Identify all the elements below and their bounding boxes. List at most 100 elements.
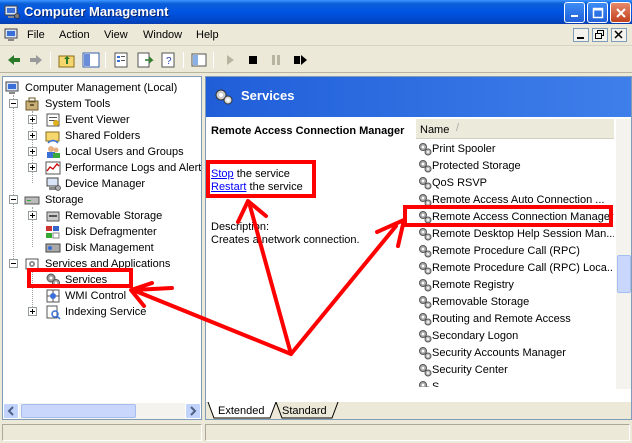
computer-management-icon xyxy=(4,5,20,19)
console-icon[interactable] xyxy=(190,51,208,69)
minimize-icon xyxy=(571,15,578,17)
service-name: Remote Registry xyxy=(432,279,514,291)
minimize-button[interactable] xyxy=(564,2,585,23)
event-viewer-icon xyxy=(46,113,60,127)
mdi-restore-button[interactable] xyxy=(592,28,608,42)
selected-service-title: Remote Access Connection Manager xyxy=(211,125,405,137)
defragmenter-icon xyxy=(46,226,60,239)
play-icon[interactable] xyxy=(221,51,239,69)
expand-toggle[interactable] xyxy=(28,211,37,220)
service-row[interactable]: Remote Procedure Call (RPC) xyxy=(416,243,614,260)
tab-extended[interactable]: Extended xyxy=(216,402,274,419)
description-text: Creates a network connection. xyxy=(211,234,360,246)
console-menu-icon[interactable] xyxy=(4,27,20,43)
mdi-close-button[interactable] xyxy=(611,28,627,42)
services-header: Services xyxy=(206,77,631,117)
service-row[interactable]: Protected Storage xyxy=(416,158,614,175)
service-gear-icon xyxy=(419,160,432,173)
restore-icon xyxy=(595,30,604,39)
back-arrow-icon[interactable] xyxy=(5,51,23,69)
services-header-title: Services xyxy=(241,88,295,103)
properties-icon[interactable] xyxy=(112,51,130,69)
annotation-box-service-links xyxy=(206,160,316,198)
menu-help[interactable]: Help xyxy=(196,29,219,41)
pause-icon[interactable] xyxy=(267,51,285,69)
mdi-minimize-button[interactable] xyxy=(573,28,589,42)
svg-text:?: ? xyxy=(166,56,172,67)
close-button[interactable] xyxy=(610,2,631,23)
tab-standard[interactable]: Standard xyxy=(282,402,334,419)
view-tabs: Extended Standard xyxy=(206,402,631,419)
menu-window[interactable]: Window xyxy=(143,29,182,41)
list-vertical-scrollbar[interactable] xyxy=(616,119,631,389)
up-folder-icon[interactable] xyxy=(58,51,76,69)
service-gear-icon xyxy=(419,381,430,387)
expand-toggle[interactable] xyxy=(28,163,37,172)
service-gear-icon xyxy=(419,330,432,343)
service-row[interactable]: Security Accounts Manager xyxy=(416,345,614,362)
tree-label: Local Users and Groups xyxy=(65,146,184,158)
forward-arrow-icon[interactable] xyxy=(27,51,45,69)
minimize-icon xyxy=(577,37,584,39)
service-name: Remote Procedure Call (RPC) Loca... xyxy=(432,262,614,274)
tree-horizontal-scrollbar[interactable] xyxy=(3,403,201,419)
tree-label: Storage xyxy=(45,194,84,206)
service-row[interactable]: Print Spooler xyxy=(416,141,614,158)
tree-label: Indexing Service xyxy=(65,306,147,318)
annotation-box-selected-service xyxy=(403,205,613,227)
menu-view[interactable]: View xyxy=(104,29,128,41)
toolbar-separator xyxy=(50,52,51,68)
tree-label: WMI Control xyxy=(65,290,127,302)
expand-toggle[interactable] xyxy=(28,115,37,124)
expand-toggle[interactable] xyxy=(28,147,37,156)
scroll-left-button[interactable] xyxy=(3,403,19,419)
window-title: Computer Management xyxy=(24,4,169,19)
service-gear-icon xyxy=(419,177,432,190)
service-name: Remote Desktop Help Session Man... xyxy=(432,228,614,240)
menu-file[interactable]: File xyxy=(27,29,45,41)
service-gear-icon xyxy=(419,228,432,241)
service-row[interactable]: Removable Storage xyxy=(416,294,614,311)
removable-storage-icon xyxy=(46,211,60,222)
collapse-toggle[interactable] xyxy=(9,195,18,204)
tree-label: System Tools xyxy=(45,98,111,110)
help-icon[interactable]: ? xyxy=(160,51,178,69)
scroll-thumb[interactable] xyxy=(21,404,136,418)
service-name: Remote Procedure Call (RPC) xyxy=(432,245,580,257)
export-list-icon[interactable] xyxy=(136,51,154,69)
service-row[interactable]: S xyxy=(416,379,614,387)
service-name: QoS RSVP xyxy=(432,177,488,189)
column-header-name[interactable]: Name / xyxy=(416,119,614,139)
service-gear-icon xyxy=(419,296,432,309)
service-row[interactable]: Remote Registry xyxy=(416,277,614,294)
service-row[interactable]: Remote Desktop Help Session Man... xyxy=(416,226,614,243)
service-row[interactable]: QoS RSVP xyxy=(416,175,614,192)
title-bar: Computer Management xyxy=(0,0,632,24)
service-row[interactable]: Remote Procedure Call (RPC) Loca... xyxy=(416,260,614,277)
show-hide-tree-icon[interactable] xyxy=(82,51,100,69)
service-row[interactable]: Routing and Remote Access xyxy=(416,311,614,328)
chevron-right-icon xyxy=(190,406,197,416)
service-gear-icon xyxy=(419,279,432,292)
expand-toggle[interactable] xyxy=(28,307,37,316)
toolbar-separator xyxy=(105,52,106,68)
tree-label: Disk Management xyxy=(65,242,154,254)
collapse-toggle[interactable] xyxy=(9,99,18,108)
scroll-thumb[interactable] xyxy=(617,255,631,293)
collapse-toggle[interactable] xyxy=(9,259,18,268)
tree-label: Event Viewer xyxy=(65,114,130,126)
computer-management-icon xyxy=(5,81,19,94)
tree-label: Removable Storage xyxy=(65,210,163,222)
restart-icon[interactable] xyxy=(291,51,309,69)
expand-toggle[interactable] xyxy=(28,131,37,140)
service-name: Protected Storage xyxy=(432,160,521,172)
scroll-right-button[interactable] xyxy=(185,403,201,419)
menu-action[interactable]: Action xyxy=(59,29,90,41)
stop-icon[interactable] xyxy=(244,51,262,69)
service-name: Routing and Remote Access xyxy=(432,313,571,325)
services-list: Name / Print Spooler Protected Storage QoS… xyxy=(416,119,614,387)
maximize-button[interactable] xyxy=(587,2,608,23)
service-row[interactable]: Secondary Logon xyxy=(416,328,614,345)
toolbar-separator xyxy=(183,52,184,68)
service-row[interactable]: Security Center xyxy=(416,362,614,379)
